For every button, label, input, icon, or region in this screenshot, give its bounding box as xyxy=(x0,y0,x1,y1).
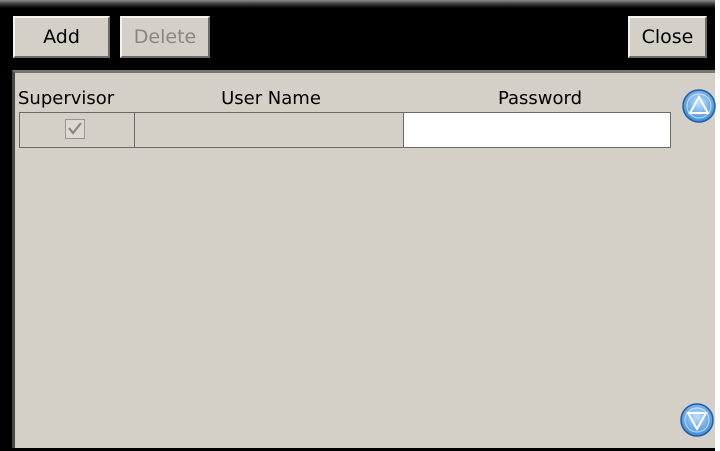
scroll-down-arrow-icon xyxy=(680,403,714,437)
scroll-up-arrow-icon xyxy=(682,89,716,123)
delete-button[interactable]: Delete xyxy=(120,16,210,58)
user-name-cell[interactable] xyxy=(135,113,404,147)
column-header-password: Password xyxy=(497,88,583,109)
column-header-supervisor: Supervisor xyxy=(18,88,115,109)
user-manager-window: Add Delete Close Supervisor User Name Pa… xyxy=(0,0,716,451)
grid-header: Supervisor User Name Password xyxy=(18,87,678,111)
scroll-up-button[interactable] xyxy=(682,89,716,123)
column-header-user-name: User Name xyxy=(221,88,321,109)
checkmark-icon xyxy=(68,122,82,135)
table-row xyxy=(19,112,671,148)
scroll-down-button[interactable] xyxy=(680,403,714,437)
add-button[interactable]: Add xyxy=(13,16,110,58)
users-grid-panel: Supervisor User Name Password xyxy=(12,70,716,448)
supervisor-checkbox[interactable] xyxy=(65,119,85,139)
close-button[interactable]: Close xyxy=(628,16,707,58)
supervisor-cell xyxy=(20,113,135,147)
password-cell[interactable] xyxy=(404,113,670,147)
toolbar: Add Delete Close xyxy=(0,0,715,70)
